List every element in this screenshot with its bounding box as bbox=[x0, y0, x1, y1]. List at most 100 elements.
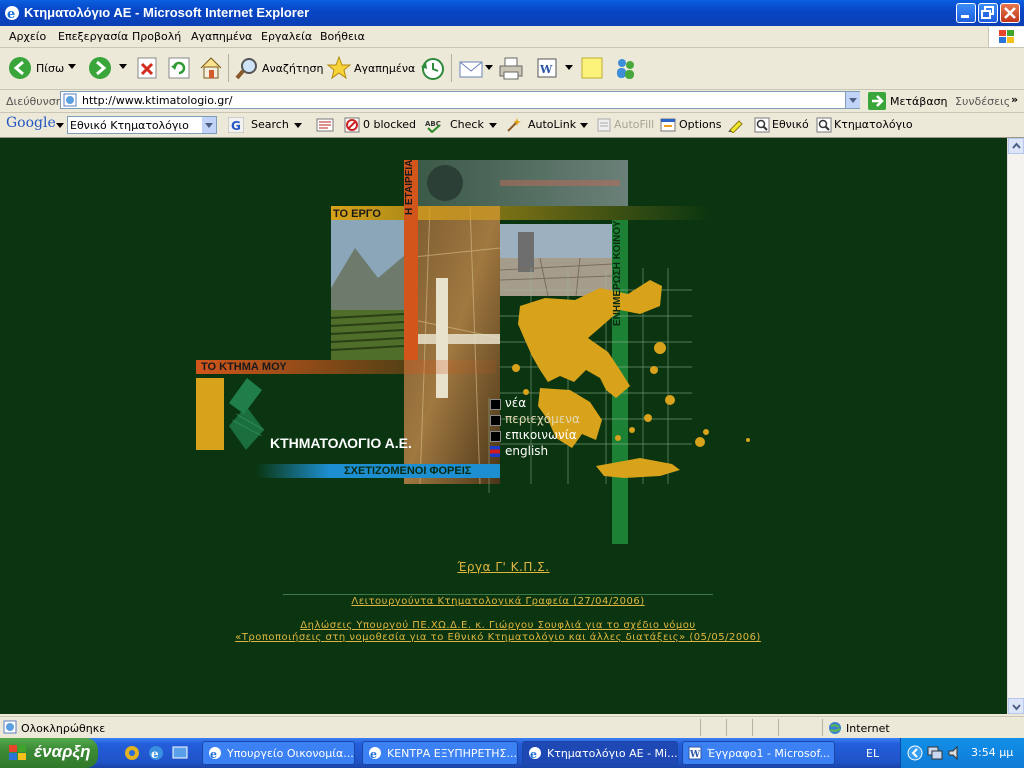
forward-dropdown-icon[interactable] bbox=[119, 64, 127, 70]
maximize-button[interactable] bbox=[978, 3, 998, 23]
highlighter-icon[interactable] bbox=[726, 117, 744, 133]
term-search-icon-2[interactable] bbox=[816, 117, 832, 133]
autolink-wand-icon[interactable] bbox=[505, 117, 521, 133]
search-dropdown-icon[interactable] bbox=[294, 123, 302, 129]
check-dropdown-icon[interactable] bbox=[489, 123, 497, 129]
scroll-up-button[interactable] bbox=[1008, 138, 1024, 154]
task-button-1[interactable]: e Υπουργείο Οικονομία... bbox=[202, 741, 355, 765]
google-g-icon[interactable]: G bbox=[228, 117, 244, 133]
links-chevron-icon[interactable]: » bbox=[1011, 93, 1018, 106]
term-search-icon-1[interactable] bbox=[754, 117, 770, 133]
menu-tools[interactable]: Εργαλεία bbox=[261, 30, 312, 43]
news-icon[interactable] bbox=[316, 117, 334, 133]
history-icon[interactable] bbox=[418, 55, 446, 83]
sxetizomenoi-foreis-label[interactable]: ΣΧΕΤΙΖΟΜΕΝΟΙ ΦΟΡΕΙΣ bbox=[344, 465, 471, 477]
options-icon[interactable] bbox=[660, 117, 676, 133]
language-indicator[interactable]: EL bbox=[866, 747, 879, 760]
messenger-icon[interactable] bbox=[612, 55, 640, 83]
quicklaunch-desktop-icon[interactable] bbox=[172, 745, 188, 761]
quicklaunch-ie-icon[interactable]: e bbox=[148, 745, 164, 761]
autolink-button[interactable]: AutoLink bbox=[528, 118, 576, 131]
link-erga-kps[interactable]: Έργα Γ' Κ.Π.Σ. bbox=[0, 560, 1007, 574]
nav-label[interactable]: νέα bbox=[505, 396, 526, 410]
blocked-count[interactable]: 0 blocked bbox=[363, 118, 416, 131]
stop-icon[interactable] bbox=[137, 57, 157, 79]
edit-document-icon[interactable]: W bbox=[536, 57, 558, 79]
popup-blocker-icon[interactable] bbox=[344, 117, 360, 133]
start-label[interactable]: έναρξη bbox=[34, 742, 90, 761]
ie-task-icon: e bbox=[209, 747, 221, 760]
check-button[interactable]: Check bbox=[450, 118, 484, 131]
quicklaunch-chrome-icon[interactable] bbox=[124, 745, 140, 761]
address-input[interactable]: http://www.ktimatologio.gr/ bbox=[60, 91, 860, 109]
refresh-icon[interactable] bbox=[168, 57, 190, 79]
close-button[interactable] bbox=[1000, 3, 1020, 23]
autolink-dropdown-icon[interactable] bbox=[580, 123, 588, 129]
back-dropdown-icon[interactable] bbox=[68, 64, 76, 70]
google-search-button[interactable]: Search bbox=[251, 118, 289, 131]
go-arrow-icon[interactable] bbox=[868, 92, 886, 110]
nav-label[interactable]: english bbox=[505, 444, 548, 458]
forward-arrow-icon[interactable] bbox=[88, 56, 112, 80]
page-content: ΤΟ ΕΡΓΟ Η ΕΤΑΙΡΕΙΑ ΕΝΗΜΕΡΩΣΗ ΚΟΙΝΟΥ ΤΟ Κ… bbox=[0, 138, 1007, 714]
google-query-dropdown[interactable] bbox=[202, 117, 216, 133]
search-term-2[interactable]: Κτηματολόγιο bbox=[834, 118, 913, 131]
network-icon[interactable] bbox=[927, 745, 943, 761]
task-button-3-active[interactable]: e Κτηματολόγιο ΑΕ - Mi... bbox=[522, 741, 678, 765]
favorites-star-icon[interactable] bbox=[326, 55, 352, 81]
autofill-icon[interactable] bbox=[596, 117, 612, 133]
nav-label[interactable]: επικοινωνία bbox=[505, 428, 577, 442]
address-dropdown-button[interactable] bbox=[845, 92, 860, 108]
google-search-query[interactable]: Εθνικό Κτηματολόγιο bbox=[70, 119, 189, 132]
search-term-1[interactable]: Εθνικό bbox=[772, 118, 809, 131]
menu-favorites[interactable]: Αγαπημένα bbox=[191, 30, 252, 43]
google-logo[interactable]: Google bbox=[6, 115, 56, 131]
edit-dropdown-icon[interactable] bbox=[565, 65, 573, 71]
search-button-label[interactable]: Αναζήτηση bbox=[262, 62, 323, 75]
enimerosi-koinou-label[interactable]: ΕΝΗΜΕΡΩΣΗ ΚΟΙΝΟΥ bbox=[612, 220, 628, 380]
taskbar: έναρξη e e Υπουργείο Οικονομία... e ΚΕΝΤ… bbox=[0, 738, 1024, 768]
search-magnifier-icon[interactable] bbox=[234, 56, 260, 82]
home-icon[interactable] bbox=[198, 55, 224, 81]
menu-view[interactable]: Προβολή bbox=[132, 30, 181, 43]
mail-icon[interactable] bbox=[458, 57, 486, 81]
note-icon[interactable] bbox=[580, 56, 604, 80]
link-ktimatologika-grafeia[interactable]: Λειτουργούντα Κτηματολογικά Γραφεία (27/… bbox=[0, 596, 996, 607]
link-tropopoiiseis[interactable]: «Τροποποιήσεις στη νομοθεσία για το Εθνι… bbox=[0, 632, 996, 643]
tray-expand-icon[interactable] bbox=[907, 745, 923, 761]
back-arrow-icon[interactable] bbox=[8, 56, 32, 80]
google-search-input[interactable]: Εθνικό Κτηματολόγιο bbox=[67, 116, 217, 134]
scroll-down-button[interactable] bbox=[1008, 698, 1024, 714]
task-button-2[interactable]: e ΚΕΝΤΡΑ ΕΞΥΠΗΡΕΤΗΣ... bbox=[362, 741, 518, 765]
nav-label[interactable]: περιεχόμενα bbox=[505, 412, 580, 426]
menu-file[interactable]: Αρχείο bbox=[9, 30, 46, 43]
go-button-label[interactable]: Μετάβαση bbox=[890, 95, 948, 108]
start-button[interactable]: έναρξη bbox=[0, 738, 98, 768]
autofill-button[interactable]: AutoFill bbox=[614, 118, 654, 131]
logo-k-bar bbox=[196, 378, 224, 450]
mail-dropdown-icon[interactable] bbox=[485, 65, 493, 71]
links-label[interactable]: Συνδέσεις bbox=[955, 95, 1010, 108]
menu-edit[interactable]: Επεξεργασία bbox=[58, 30, 128, 43]
status-divider bbox=[822, 719, 823, 736]
address-url[interactable]: http://www.ktimatologio.gr/ bbox=[82, 94, 232, 107]
back-button-label[interactable]: Πίσω bbox=[36, 62, 64, 75]
menu-help[interactable]: Βοήθεια bbox=[320, 30, 365, 43]
to-ktima-mou-label[interactable]: ΤΟ ΚΤΗΜΑ ΜΟΥ bbox=[201, 361, 287, 373]
print-icon[interactable] bbox=[498, 56, 524, 82]
google-menu-dropdown-icon[interactable] bbox=[56, 123, 64, 129]
toolbar-separator bbox=[228, 54, 229, 82]
to-ergo-label[interactable]: ΤΟ ΕΡΓΟ bbox=[333, 208, 381, 220]
task-button-4[interactable]: W Έγγραφο1 - Microsof... bbox=[682, 741, 835, 765]
spellcheck-icon[interactable]: ABC bbox=[425, 117, 443, 133]
minimize-button[interactable] bbox=[956, 3, 976, 23]
h-etaireia-label[interactable]: Η ΕΤΑΙΡΕΙΑ bbox=[404, 160, 418, 360]
links-divider bbox=[283, 594, 713, 595]
favorites-button-label[interactable]: Αγαπημένα bbox=[354, 62, 415, 75]
link-dilosis-ypourgou[interactable]: Δηλώσεις Υπουργού ΠΕ.ΧΩ.Δ.Ε. κ. Γιώργου … bbox=[0, 620, 996, 631]
volume-icon[interactable] bbox=[947, 745, 963, 761]
vertical-scrollbar[interactable] bbox=[1007, 138, 1024, 714]
options-button[interactable]: Options bbox=[679, 118, 721, 131]
status-divider bbox=[778, 719, 779, 736]
clock[interactable]: 3:54 μμ bbox=[971, 746, 1013, 759]
